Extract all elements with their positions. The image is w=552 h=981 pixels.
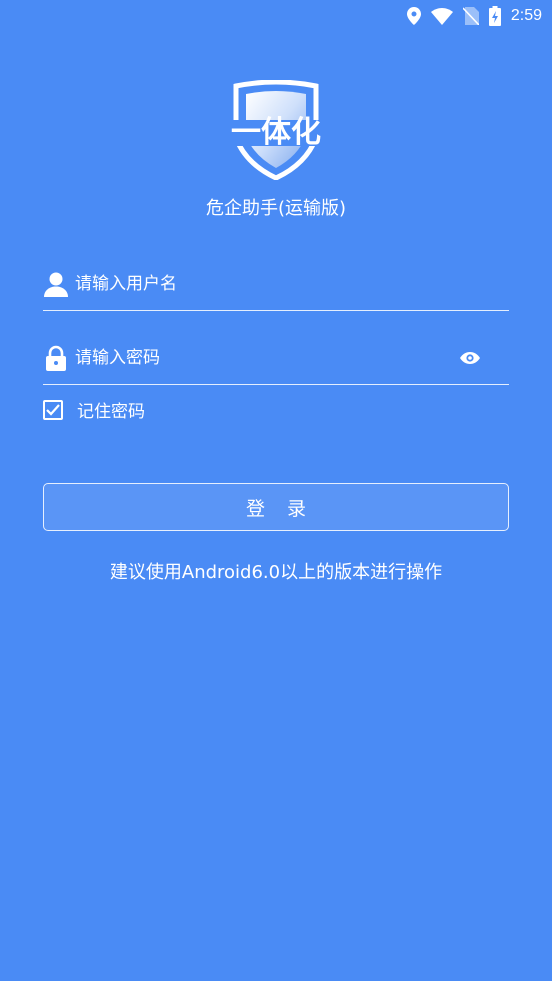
no-signal-icon <box>462 7 479 25</box>
wifi-icon <box>430 7 453 25</box>
logo-text: 一体化 <box>231 115 321 150</box>
user-icon <box>44 272 68 297</box>
eye-icon[interactable] <box>459 347 481 369</box>
login-screen: 2:59 一体化 危企助手(运输版) 请输入用户名 记住密码 登录 建议使用An… <box>0 0 552 981</box>
location-icon <box>406 7 421 25</box>
status-bar: 2:59 <box>0 0 552 32</box>
app-subtitle: 危企助手(运输版) <box>205 198 347 219</box>
remember-label: 记住密码 <box>77 402 145 422</box>
login-button[interactable]: 登录 <box>43 483 509 531</box>
remember-password[interactable]: 记住密码 <box>43 397 145 422</box>
password-input[interactable] <box>75 348 459 368</box>
password-field <box>43 332 509 385</box>
checkmark-icon <box>46 403 60 416</box>
username-input[interactable] <box>75 274 509 294</box>
username-field <box>43 258 509 311</box>
shield-logo-icon: 一体化 <box>222 80 330 180</box>
lock-icon <box>46 345 66 371</box>
battery-charging-icon <box>488 6 501 26</box>
version-hint: 建议使用Android6.0以上的版本进行操作 <box>109 562 443 583</box>
status-time: 2:59 <box>510 7 542 24</box>
remember-checkbox[interactable] <box>43 399 63 420</box>
